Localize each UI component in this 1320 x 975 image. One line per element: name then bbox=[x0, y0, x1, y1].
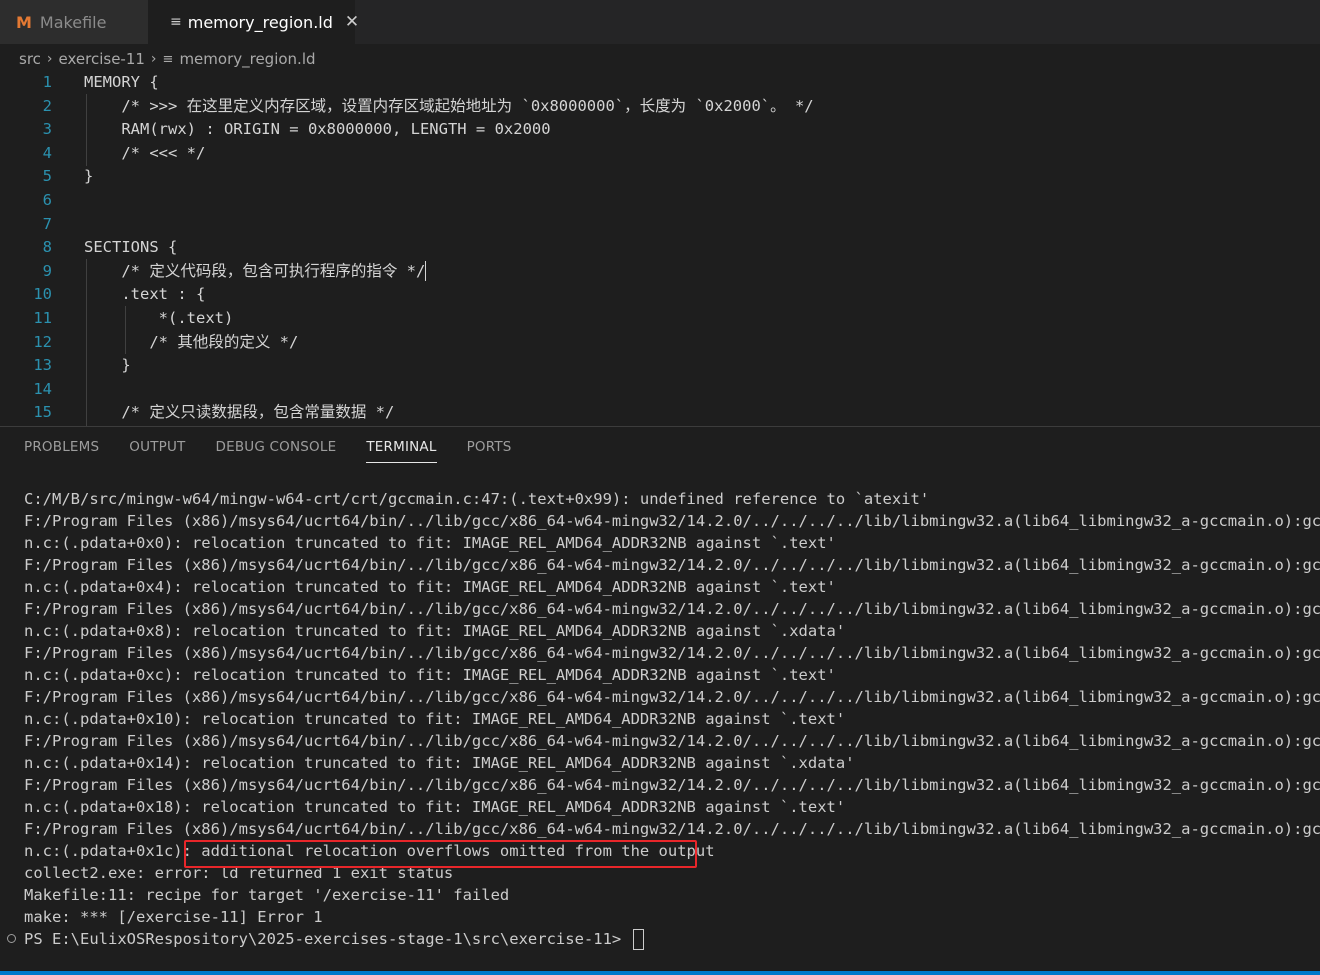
code-line[interactable]: 9 /* 定义代码段，包含可执行程序的指令 */ bbox=[0, 260, 1320, 284]
code-text: } bbox=[84, 167, 94, 186]
panel-tab-bar: PROBLEMS OUTPUT DEBUG CONSOLE TERMINAL P… bbox=[24, 439, 542, 463]
breadcrumb-item-file[interactable]: memory_region.ld bbox=[179, 50, 315, 68]
line-number: 8 bbox=[42, 238, 52, 257]
terminal-line: n.c:(.pdata+0x14): relocation truncated … bbox=[24, 754, 855, 772]
code-line[interactable]: 3 RAM(rwx) : ORIGIN = 0x8000000, LENGTH … bbox=[0, 118, 1320, 142]
terminal-line: n.c:(.pdata+0x0): relocation truncated t… bbox=[24, 534, 836, 552]
code-line[interactable]: 10 .text : { bbox=[0, 283, 1320, 307]
annotation-highlight-box bbox=[184, 840, 697, 868]
tab-terminal[interactable]: TERMINAL bbox=[366, 439, 437, 463]
code-text: } bbox=[84, 356, 131, 375]
line-number: 11 bbox=[33, 309, 52, 327]
code-text: MEMORY { bbox=[84, 73, 159, 91]
terminal-line: n.c:(.pdata+0x4): relocation truncated t… bbox=[24, 578, 836, 596]
terminal-output[interactable]: C:/M/B/src/mingw-w64/mingw-w64-crt/crt/g… bbox=[24, 488, 1320, 950]
terminal-line: F:/Program Files (x86)/msys64/ucrt64/bin… bbox=[24, 688, 1320, 706]
code-line[interactable]: 15 /* 定义只读数据段，包含常量数据 */ bbox=[0, 401, 1320, 425]
file-lines-icon: ≡ bbox=[170, 14, 182, 30]
terminal-line: n.c:(.pdata+0x18): relocation truncated … bbox=[24, 798, 846, 816]
line-number: 14 bbox=[33, 379, 52, 398]
tab-memory-region-ld[interactable]: ≡ memory_region.ld ✕ bbox=[148, 0, 359, 44]
code-line[interactable]: 11 *(.text) bbox=[0, 307, 1320, 331]
tab-debug-console[interactable]: DEBUG CONSOLE bbox=[216, 439, 337, 463]
tab-ports[interactable]: PORTS bbox=[467, 439, 512, 463]
status-bar bbox=[0, 971, 1320, 975]
line-number: 15 bbox=[33, 403, 52, 422]
line-number: 10 bbox=[33, 285, 52, 304]
editor-tab-bar: M Makefile ≡ memory_region.ld ✕ bbox=[0, 0, 1320, 44]
code-text: *(.text) bbox=[84, 309, 234, 327]
code-text: /* >>> 在这里定义内存区域，设置内存区域起始地址为 `0x8000000`… bbox=[84, 96, 814, 115]
close-icon[interactable]: ✕ bbox=[345, 12, 359, 32]
code-line[interactable]: 8 SECTIONS { bbox=[0, 236, 1320, 260]
bottom-panel: PROBLEMS OUTPUT DEBUG CONSOLE TERMINAL P… bbox=[0, 426, 1320, 972]
code-editor[interactable]: 1 MEMORY { 2 /* >>> 在这里定义内存区域，设置内存区域起始地址为 … bbox=[0, 70, 1320, 426]
terminal-prompt: PS E:\EulixOSRespository\2025-exercises-… bbox=[24, 930, 631, 948]
code-line[interactable]: 12 /* 其他段的定义 */ bbox=[0, 331, 1320, 355]
terminal-line: F:/Program Files (x86)/msys64/ucrt64/bin… bbox=[24, 776, 1320, 794]
terminal-line: n.c:(.pdata+0x10): relocation truncated … bbox=[24, 710, 846, 728]
terminal-line: Makefile:11: recipe for target '/exercis… bbox=[24, 886, 510, 904]
tab-problems[interactable]: PROBLEMS bbox=[24, 439, 99, 463]
chevron-right-icon: › bbox=[150, 51, 157, 67]
code-line[interactable]: 2 /* >>> 在这里定义内存区域，设置内存区域起始地址为 `0x800000… bbox=[0, 95, 1320, 119]
tab-makefile[interactable]: M Makefile bbox=[0, 0, 148, 44]
code-text: RAM(rwx) : ORIGIN = 0x8000000, LENGTH = … bbox=[84, 120, 551, 139]
terminal-line: F:/Program Files (x86)/msys64/ucrt64/bin… bbox=[24, 644, 1320, 662]
line-number: 1 bbox=[42, 73, 52, 91]
terminal-line: n.c:(.pdata+0xc): relocation truncated t… bbox=[24, 666, 836, 684]
terminal-line: F:/Program Files (x86)/msys64/ucrt64/bin… bbox=[24, 512, 1320, 530]
code-line[interactable]: 7 bbox=[0, 213, 1320, 237]
line-number: 5 bbox=[42, 167, 52, 186]
tab-output[interactable]: OUTPUT bbox=[129, 439, 185, 463]
file-lines-icon: ≡ bbox=[162, 51, 174, 67]
line-number: 9 bbox=[42, 261, 52, 280]
terminal-line: F:/Program Files (x86)/msys64/ucrt64/bin… bbox=[24, 600, 1320, 618]
code-line[interactable]: 13 } bbox=[0, 354, 1320, 378]
code-text: /* <<< */ bbox=[84, 143, 206, 162]
line-number: 13 bbox=[33, 356, 52, 375]
terminal-line: F:/Program Files (x86)/msys64/ucrt64/bin… bbox=[24, 820, 1320, 838]
breadcrumb: src › exercise-11 › ≡ memory_region.ld bbox=[19, 48, 316, 70]
terminal-line: F:/Program Files (x86)/msys64/ucrt64/bin… bbox=[24, 556, 1320, 574]
terminal-line: make: *** [/exercise-11] Error 1 bbox=[24, 908, 323, 926]
code-line[interactable]: 6 bbox=[0, 189, 1320, 213]
breadcrumb-item-exercise[interactable]: exercise-11 bbox=[59, 50, 145, 68]
code-text: /* 定义代码段，包含可执行程序的指令 */ bbox=[84, 261, 427, 282]
makefile-icon: M bbox=[16, 12, 32, 32]
tab-label: memory_region.ld bbox=[187, 12, 333, 32]
terminal-line: n.c:(.pdata+0x8): relocation truncated t… bbox=[24, 622, 846, 640]
code-text: /* 其他段的定义 */ bbox=[84, 332, 299, 351]
code-text: .text : { bbox=[84, 285, 206, 304]
code-line[interactable]: 1 MEMORY { bbox=[0, 71, 1320, 95]
code-line[interactable]: 14 bbox=[0, 378, 1320, 402]
breadcrumb-item-src[interactable]: src bbox=[19, 50, 41, 68]
text-cursor bbox=[425, 261, 427, 282]
tab-label: Makefile bbox=[39, 12, 107, 32]
terminal-prompt-line[interactable]: PS E:\EulixOSRespository\2025-exercises-… bbox=[24, 928, 1320, 950]
line-number: 3 bbox=[42, 120, 52, 139]
chevron-right-icon: › bbox=[46, 51, 53, 67]
code-line[interactable]: 5} bbox=[0, 165, 1320, 189]
terminal-line: C:/M/B/src/mingw-w64/mingw-w64-crt/crt/g… bbox=[24, 490, 930, 508]
code-text: /* 定义只读数据段，包含常量数据 */ bbox=[84, 403, 395, 422]
terminal-cursor bbox=[632, 929, 644, 950]
command-decoration-icon[interactable] bbox=[7, 934, 16, 943]
line-number: 12 bbox=[33, 332, 52, 351]
code-text: SECTIONS { bbox=[84, 238, 178, 257]
code-line[interactable]: 4 /* <<< */ bbox=[0, 142, 1320, 166]
line-number: 2 bbox=[42, 96, 52, 115]
terminal-line: F:/Program Files (x86)/msys64/ucrt64/bin… bbox=[24, 732, 1320, 750]
line-number: 6 bbox=[42, 191, 52, 209]
line-number: 4 bbox=[42, 143, 52, 162]
line-number: 7 bbox=[42, 214, 52, 233]
